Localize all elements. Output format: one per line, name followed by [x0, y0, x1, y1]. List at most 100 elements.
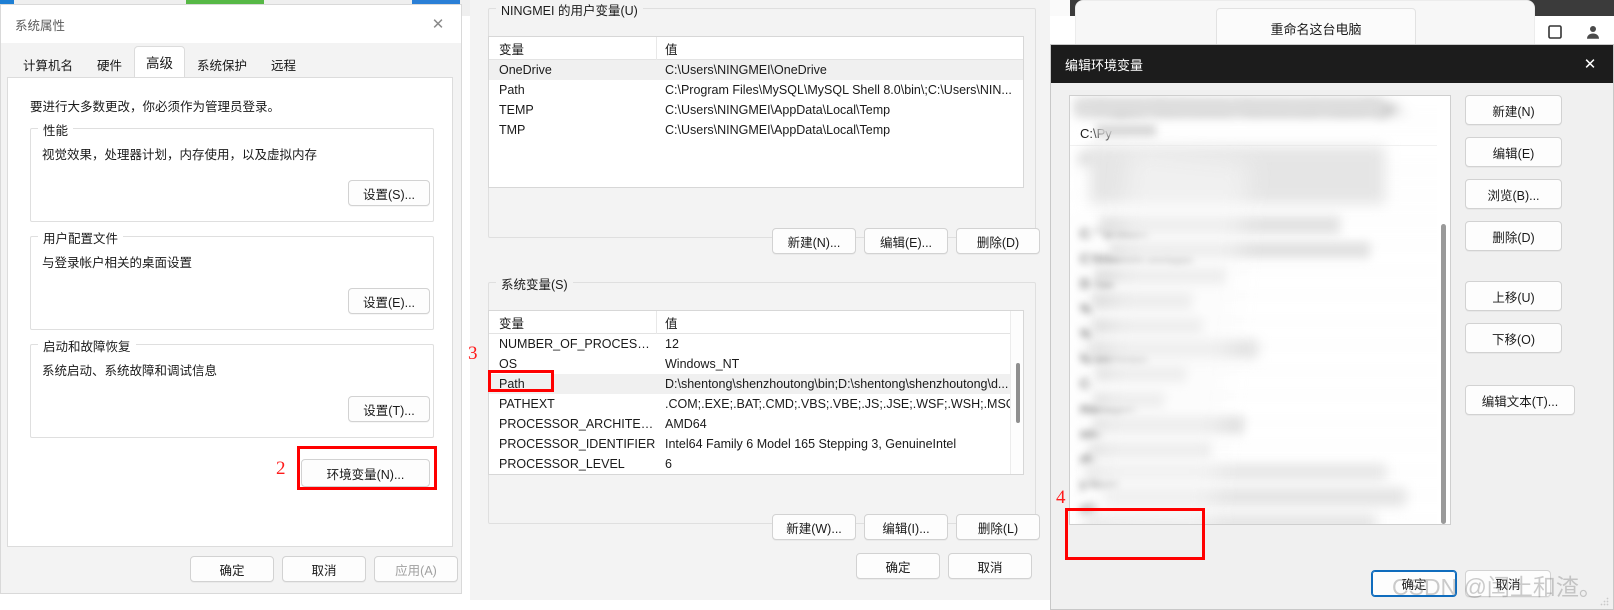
- user-profiles-desc: 与登录帐户相关的桌面设置: [42, 256, 193, 270]
- sysprops-apply-button: 应用(A): [374, 556, 458, 582]
- annotation-box-4: [1065, 508, 1205, 560]
- performance-desc: 视觉效果，处理器计划，内存使用，以及虚拟内存: [42, 148, 318, 162]
- edit-env-button-column: 新建(N) 编辑(E) 浏览(B)... 删除(D) 上移(U) 下移(O) 编…: [1465, 95, 1597, 427]
- table-row[interactable]: Path C:\Program Files\MySQL\MySQL Shell …: [489, 80, 1023, 100]
- table-row[interactable]: OS Windows_NT: [489, 354, 1023, 374]
- tab-system-protection[interactable]: 系统保护: [185, 49, 259, 78]
- user-delete-button[interactable]: 删除(D): [956, 228, 1040, 254]
- sysprops-cancel-button[interactable]: 取消: [282, 556, 366, 582]
- user-profiles-group: [30, 236, 434, 330]
- annotation-box-2: [297, 446, 437, 490]
- table-row[interactable]: NUMBER_OF_PROCESSORS 12: [489, 334, 1023, 354]
- table-row[interactable]: TEMP C:\Users\NINGMEI\AppData\Local\Temp: [489, 100, 1023, 120]
- system-var-name: NUMBER_OF_PROCESSORS: [499, 337, 657, 351]
- system-delete-button[interactable]: 删除(L): [956, 514, 1040, 540]
- performance-settings-button[interactable]: 设置(S)...: [348, 180, 430, 206]
- button-column-spacer-2: [1465, 365, 1597, 385]
- annotation-number-3: 3: [468, 343, 478, 364]
- sysprops-ok-button[interactable]: 确定: [190, 556, 274, 582]
- startup-recovery-settings-button[interactable]: 设置(T)...: [348, 396, 430, 422]
- close-icon[interactable]: ✕: [415, 5, 461, 43]
- system-properties-tabs: 计算机名 硬件 高级 系统保护 远程: [11, 46, 308, 78]
- path-edit-text-button[interactable]: 编辑文本(T)...: [1465, 385, 1575, 415]
- startup-recovery-group: [30, 344, 434, 438]
- system-var-name: OS: [499, 357, 518, 371]
- user-edit-button[interactable]: 编辑(E)...: [864, 228, 948, 254]
- sidebar-icon[interactable]: [1544, 21, 1566, 43]
- path-list-scrollbar[interactable]: [1437, 96, 1450, 524]
- system-var-value: D:\shentong\shenzhoutong\bin;D:\shentong…: [665, 377, 1009, 391]
- edit-env-ok-button[interactable]: 确定: [1371, 570, 1457, 597]
- edit-env-titlebar: 编辑环境变量 ✕: [1051, 45, 1613, 83]
- screen-root: 重命名这台电脑 系统属性 ✕ 计算机名 硬件 高级 系统保护 远程 要进行大多数…: [0, 0, 1614, 610]
- system-var-name: PROCESSOR_IDENTIFIER: [499, 437, 656, 451]
- system-var-value: 12: [665, 337, 679, 351]
- user-col-variable: 变量: [489, 37, 657, 60]
- user-var-value: C:\Users\NINGMEI\OneDrive: [665, 63, 827, 77]
- path-move-up-button[interactable]: 上移(U): [1465, 281, 1562, 311]
- tab-remote[interactable]: 远程: [259, 49, 308, 78]
- user-var-name: TMP: [499, 123, 526, 137]
- path-new-button[interactable]: 新建(N): [1465, 95, 1562, 125]
- path-list-scroll-thumb[interactable]: [1441, 224, 1446, 524]
- resize-grip-icon[interactable]: [1599, 596, 1609, 606]
- table-row[interactable]: Path D:\shentong\shenzhoutong\bin;D:\she…: [489, 374, 1023, 394]
- annotation-number-2: 2: [276, 458, 286, 479]
- system-properties-titlebar: 系统属性 ✕: [1, 5, 461, 43]
- user-profiles-settings-button[interactable]: 设置(E)...: [348, 288, 430, 314]
- system-var-value: AMD64: [665, 417, 707, 431]
- system-edit-button[interactable]: 编辑(I)...: [864, 514, 948, 540]
- user-var-value: C:\Users\NINGMEI\AppData\Local\Temp: [665, 123, 891, 137]
- user-var-value: C:\Program Files\MySQL\MySQL Shell 8.0\b…: [665, 83, 1012, 97]
- path-entries-list[interactable]: C:\Program Files\Common Files\microsoft …: [1069, 95, 1451, 525]
- table-row[interactable]: PROCESSOR_IDENTIFIER Intel64 Family 6 Mo…: [489, 434, 1023, 454]
- system-var-value: Intel64 Family 6 Model 165 Stepping 3, G…: [665, 437, 957, 451]
- tab-hardware[interactable]: 硬件: [85, 49, 134, 78]
- system-new-button[interactable]: 新建(W)...: [772, 514, 856, 540]
- user-var-value: C:\Users\NINGMEI\AppData\Local\Temp: [665, 103, 891, 117]
- path-delete-button[interactable]: 删除(D): [1465, 221, 1562, 251]
- system-table-scrollbar[interactable]: [1010, 311, 1023, 474]
- redaction-blob-2: [1096, 124, 1156, 137]
- edit-env-body: C:\Program Files\Common Files\microsoft …: [1051, 83, 1613, 609]
- close-icon[interactable]: ✕: [1567, 45, 1613, 83]
- path-browse-button[interactable]: 浏览(B)...: [1465, 179, 1562, 209]
- user-var-name: OneDrive: [499, 63, 552, 77]
- system-var-value: 6: [665, 457, 672, 471]
- system-properties-title: 系统属性: [15, 18, 66, 33]
- tab-advanced[interactable]: 高级: [134, 46, 186, 78]
- advanced-tab-panel: 要进行大多数更改，你必须作为管理员登录。 性能 视觉效果，处理器计划，内存使用，…: [7, 77, 453, 547]
- system-var-value: Windows_NT: [665, 357, 740, 371]
- tab-computer-name[interactable]: 计算机名: [11, 49, 85, 78]
- envvars-ok-button[interactable]: 确定: [856, 553, 940, 579]
- user-new-button[interactable]: 新建(N)...: [772, 228, 856, 254]
- table-row[interactable]: PATHEXT .COM;.EXE;.BAT;.CMD;.VBS;.VBE;.J…: [489, 394, 1023, 414]
- table-row[interactable]: PROCESSOR_LEVEL 6: [489, 454, 1023, 474]
- system-var-name: PROCESSOR_LEVEL: [499, 457, 625, 471]
- user-variables-legend: NINGMEI 的用户变量(U): [496, 0, 643, 19]
- startup-recovery-group-legend: 启动和故障恢复: [38, 336, 136, 355]
- performance-group-legend: 性能: [38, 120, 74, 139]
- rename-pc-button[interactable]: 重命名这台电脑: [1216, 8, 1416, 48]
- profile-icon[interactable]: [1582, 21, 1604, 43]
- startup-recovery-desc: 系统启动、系统故障和调试信息: [42, 364, 218, 378]
- system-var-name: PATHEXT: [499, 397, 555, 411]
- table-row[interactable]: OneDrive C:\Users\NINGMEI\OneDrive: [489, 60, 1023, 80]
- user-variables-table: 变量 值 OneDrive C:\Users\NINGMEI\OneDrive …: [488, 36, 1024, 188]
- edit-env-cancel-button[interactable]: 取消: [1465, 570, 1551, 597]
- performance-group: [30, 128, 434, 222]
- user-profiles-group-legend: 用户配置文件: [38, 228, 124, 247]
- system-table-scroll-thumb[interactable]: [1016, 363, 1020, 423]
- system-col-value: 值: [665, 316, 678, 331]
- user-col-value: 值: [665, 42, 678, 57]
- table-row[interactable]: PROCESSOR_ARCHITECT... AMD64: [489, 414, 1023, 434]
- user-var-name: Path: [499, 83, 525, 97]
- system-properties-dialog: 系统属性 ✕ 计算机名 硬件 高级 系统保护 远程 要进行大多数更改，你必须作为…: [0, 4, 462, 594]
- envvars-cancel-button[interactable]: 取消: [948, 553, 1032, 579]
- path-move-down-button[interactable]: 下移(O): [1465, 323, 1562, 353]
- table-row[interactable]: TMP C:\Users\NINGMEI\AppData\Local\Temp: [489, 120, 1023, 140]
- system-properties-body: 计算机名 硬件 高级 系统保护 远程 要进行大多数更改，你必须作为管理员登录。 …: [1, 43, 461, 593]
- annotation-box-3: [488, 370, 554, 392]
- system-variables-legend: 系统变量(S): [496, 274, 573, 293]
- path-edit-button[interactable]: 编辑(E): [1465, 137, 1562, 167]
